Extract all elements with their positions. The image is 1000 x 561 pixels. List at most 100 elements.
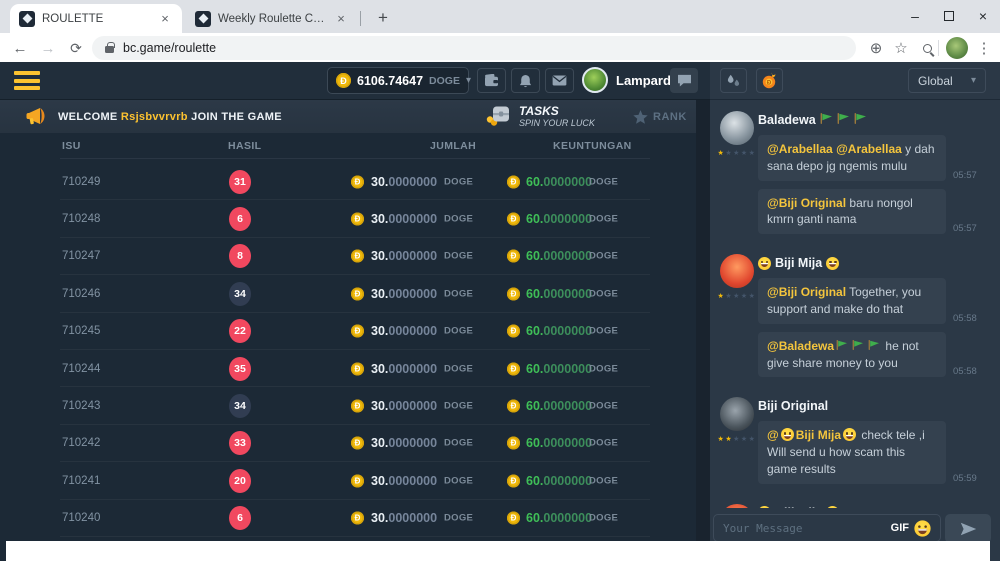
magnifier-glyph xyxy=(923,44,932,53)
avatar[interactable] xyxy=(720,111,754,145)
table-row[interactable]: 710244 35 Ð 30.0000000 DOGE Ð 60.0000000… xyxy=(0,350,710,387)
balance-selector[interactable]: Ð 6106.74647 DOGE ▾ xyxy=(327,67,469,94)
browser-tab-roulette[interactable]: ROULETTE × xyxy=(10,4,182,33)
table-row[interactable]: 710245 22 Ð 30.0000000 DOGE Ð 60.0000000… xyxy=(0,313,710,350)
table-row[interactable]: 710240 6 Ð 30.0000000 DOGE Ð 60.0000000 … xyxy=(0,500,710,537)
doge-coin-icon: Ð xyxy=(351,362,364,375)
address-bar[interactable]: bc.game/roulette xyxy=(92,36,856,60)
bet-amount: 30.0000000 xyxy=(371,362,437,376)
chat-username[interactable]: Biji Original xyxy=(758,398,991,414)
user-menu[interactable]: Lampard ▾ xyxy=(582,67,684,93)
browser-tab-challenge[interactable]: Weekly Roulette Challenge - Win × xyxy=(186,4,358,33)
bet-amount-unit: DOGE xyxy=(444,401,473,412)
profit-amount-unit: DOGE xyxy=(589,288,618,299)
bell-icon xyxy=(519,74,532,88)
menu-hamburger-icon[interactable] xyxy=(14,71,40,94)
tab-close-icon[interactable]: × xyxy=(157,11,173,27)
tasks-subtitle: SPIN YOUR LUCK xyxy=(519,118,595,128)
chat-scroll-gutter[interactable] xyxy=(696,100,710,561)
green-flag-icon xyxy=(868,339,880,353)
profit-amount-unit: DOGE xyxy=(589,251,618,262)
profit-amount: 60.0000000 xyxy=(526,249,592,263)
chat-channel-selector[interactable]: Global ▾ xyxy=(908,68,986,93)
table-row[interactable]: 710247 8 Ð 30.0000000 DOGE Ð 60.0000000 … xyxy=(0,238,710,275)
chat-username[interactable]: Biji Mija xyxy=(758,505,991,508)
doge-coin-icon: Ð xyxy=(507,362,520,375)
megaphone-icon xyxy=(26,107,48,131)
avatar[interactable] xyxy=(720,397,754,431)
balance-currency: DOGE xyxy=(429,75,460,87)
profit-amount: 60.0000000 xyxy=(526,212,592,226)
user-mention[interactable]: @Arabellaa xyxy=(767,142,833,156)
rain-button[interactable] xyxy=(720,68,747,93)
browser-menu-icon[interactable]: ⋮ xyxy=(972,36,996,60)
window-minimize-button[interactable]: – xyxy=(898,0,932,32)
chat-message-group: ★★★★★ Baladewa @Arabellaa @Arabellaa y d… xyxy=(716,111,991,242)
gif-button[interactable]: GIF xyxy=(891,522,909,534)
profit-amount: 60.0000000 xyxy=(526,474,592,488)
table-row[interactable]: 710241 20 Ð 30.0000000 DOGE Ð 60.0000000… xyxy=(0,462,710,499)
bookmark-star-icon[interactable]: ☆ xyxy=(889,36,913,60)
grin-emoji xyxy=(843,428,856,441)
grin-emoji xyxy=(781,428,794,441)
bet-id: 710241 xyxy=(62,475,100,487)
tab-close-icon[interactable]: × xyxy=(333,11,349,27)
user-mention[interactable]: @Baladewa xyxy=(767,339,834,353)
profit-amount-unit: DOGE xyxy=(589,176,618,187)
site-favicon xyxy=(19,11,35,27)
mail-icon xyxy=(552,75,567,86)
user-mention[interactable]: Biji Mija xyxy=(796,428,841,442)
messages-button[interactable] xyxy=(545,68,574,93)
user-mention[interactable]: @Biji Original xyxy=(767,285,846,299)
tasks-shortcut[interactable]: TASKS SPIN YOUR LUCK xyxy=(485,104,595,128)
wallet-button[interactable] xyxy=(477,68,506,93)
back-button[interactable]: ← xyxy=(8,36,32,60)
table-row[interactable]: 710246 34 Ð 30.0000000 DOGE Ð 60.0000000… xyxy=(0,275,710,312)
reload-button[interactable]: ⟳ xyxy=(64,36,88,60)
green-flag-icon xyxy=(852,339,864,353)
forward-button[interactable]: → xyxy=(36,36,60,60)
send-message-button[interactable] xyxy=(945,514,991,543)
chat-message-input[interactable] xyxy=(723,522,884,535)
result-badge: 6 xyxy=(229,506,251,530)
user-mention[interactable]: @Biji Original xyxy=(767,196,846,210)
browser-window: ROULETTE × Weekly Roulette Challenge - W… xyxy=(0,0,1000,561)
user-mention[interactable]: @Arabellaa xyxy=(836,142,902,156)
zoom-page-icon[interactable]: ⊕ xyxy=(864,36,888,60)
table-row[interactable]: 710249 31 Ð 30.0000000 DOGE Ð 60.0000000… xyxy=(0,163,710,200)
profit-amount-unit: DOGE xyxy=(589,401,618,412)
chat-bubble-icon xyxy=(677,74,692,87)
url-text: bc.game/roulette xyxy=(123,41,216,55)
avatar[interactable] xyxy=(720,254,754,288)
chat-input-box[interactable]: GIF xyxy=(713,514,941,542)
table-row[interactable]: 710242 33 Ð 30.0000000 DOGE Ð 60.0000000… xyxy=(0,425,710,462)
avatar[interactable] xyxy=(720,504,754,508)
browser-profile-avatar[interactable] xyxy=(946,37,968,59)
profit-amount-unit: DOGE xyxy=(589,214,618,225)
column-keuntungan: KEUNTUNGAN xyxy=(553,140,632,152)
window-close-button[interactable]: × xyxy=(966,0,1000,32)
bet-amount-unit: DOGE xyxy=(444,326,473,337)
notifications-button[interactable] xyxy=(511,68,540,93)
table-row[interactable]: 710243 34 Ð 30.0000000 DOGE Ð 60.0000000… xyxy=(0,387,710,424)
chat-messages[interactable]: ★★★★★ Baladewa @Arabellaa @Arabellaa y d… xyxy=(710,101,1000,508)
search-icon[interactable] xyxy=(915,36,939,60)
chat-panel: Ð Global ▾ ★★★★★ Balade xyxy=(710,62,1000,561)
chat-toggle-button[interactable] xyxy=(670,68,698,93)
rank-shortcut[interactable]: RANK xyxy=(633,110,687,124)
chevron-down-icon: ▾ xyxy=(466,75,471,86)
coin-drop-button[interactable]: Ð xyxy=(756,68,783,93)
chat-username[interactable]: Baladewa xyxy=(758,112,991,128)
chat-username[interactable]: Biji Mija xyxy=(758,255,991,271)
bet-id: 710245 xyxy=(62,325,100,337)
maximize-icon xyxy=(944,11,954,21)
bet-amount: 30.0000000 xyxy=(371,399,437,413)
doge-coin-icon: Ð xyxy=(507,400,520,413)
bet-id: 710242 xyxy=(62,437,100,449)
user-mention[interactable]: @ xyxy=(767,428,779,442)
bet-id: 710244 xyxy=(62,363,100,375)
window-maximize-button[interactable] xyxy=(932,0,966,32)
emoji-picker-icon[interactable] xyxy=(914,520,930,536)
new-tab-button[interactable]: + xyxy=(370,5,396,31)
table-row[interactable]: 710248 6 Ð 30.0000000 DOGE Ð 60.0000000 … xyxy=(0,200,710,237)
